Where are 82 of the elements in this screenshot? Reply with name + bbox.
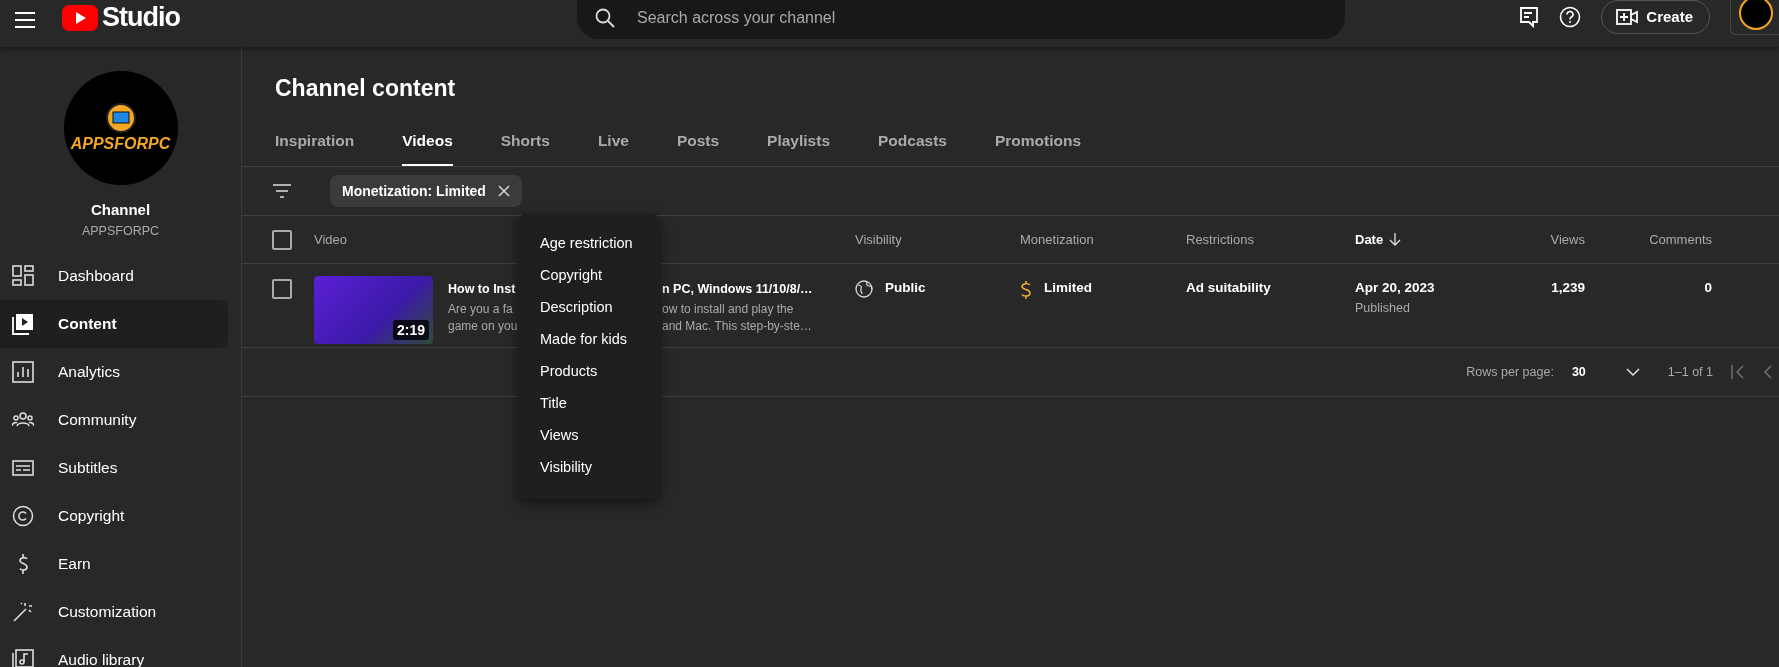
filter-chip[interactable]: Monetization: Limited [330,175,522,207]
chevron-down-icon [1625,368,1640,376]
views-count: 1,239 [1551,280,1585,295]
dollar-icon [1020,280,1032,300]
video-description: ow to install and play the [662,302,794,316]
nav-item[interactable]: Analytics [0,348,228,396]
menu-icon[interactable] [14,11,36,28]
video-thumbnail[interactable]: 2:19 [314,276,433,344]
row-checkbox[interactable] [272,279,292,299]
feedback-icon[interactable] [1519,5,1540,28]
page-range: 1–1 of 1 [1667,365,1713,379]
restriction-text: Ad suitability [1186,280,1271,295]
customization-icon [12,601,34,623]
audio-icon [12,649,34,667]
column-header[interactable]: Views [1550,232,1585,247]
menu-item[interactable]: Description [518,291,660,323]
monetization-text: Limited [1044,280,1092,295]
nav-item[interactable]: Customization [0,588,228,636]
nav-item[interactable]: Dashboard [0,252,228,300]
visibility-text: Public [885,280,926,295]
close-icon[interactable] [497,185,510,197]
search-field[interactable]: Search across your channel [635,7,1327,28]
page-title: Channel content [275,75,457,102]
video-title[interactable]: n PC, Windows 11/10/8/… [662,282,813,296]
column-header[interactable]: Visibility [855,232,902,247]
tab[interactable]: Live [597,132,629,166]
tab[interactable]: Shorts [500,132,550,166]
column-header[interactable]: Monetization [1020,232,1094,247]
monitor-icon [103,103,138,133]
menu-item[interactable]: Age restriction [518,227,660,259]
tab[interactable]: Videos [402,132,453,166]
video-description: and Mac. This step-by-ste… [662,319,812,333]
content-icon [12,313,34,335]
select-all-checkbox[interactable] [272,229,292,250]
nav-item[interactable]: Copyright [0,492,228,540]
tab[interactable]: Playlists [767,132,830,166]
rows-per-page-select[interactable]: 30 [1571,365,1640,379]
tab[interactable]: Posts [676,132,720,166]
menu-item[interactable]: Made for kids [518,323,660,355]
column-header[interactable]: Date [1355,232,1384,247]
play-logo-icon [62,4,98,31]
rows-per-page-label: Rows per page: [1466,365,1554,379]
column-header[interactable]: Video [314,232,347,247]
video-description: Are you a fa [448,302,513,316]
nav-item[interactable]: Content [0,300,228,348]
channel-name: APPSFORPC [81,224,160,238]
status-text: Published [1355,301,1410,315]
menu-item[interactable]: Visibility [518,451,660,483]
copyright-icon [12,505,34,527]
search-bar[interactable]: Search across your channel [577,0,1345,39]
sort-down-icon[interactable] [1389,233,1402,246]
chevron-left-icon[interactable] [1763,365,1773,379]
date-text: Apr 20, 2023 [1355,280,1435,295]
account-avatar[interactable] [1739,0,1773,30]
globe-icon [855,280,873,298]
menu-item[interactable]: Products [518,355,660,387]
menu-item[interactable]: Copyright [518,259,660,291]
video-description: game on you [448,319,518,333]
channel-label: Channel [90,201,151,218]
menu-item[interactable]: Views [518,419,660,451]
analytics-icon [12,361,34,383]
help-icon[interactable] [1559,5,1582,28]
dashboard-icon [12,265,34,287]
menu-item[interactable]: Title [518,387,660,419]
tab[interactable]: Promotions [994,132,1082,166]
nav-item[interactable]: Earn [0,540,228,588]
video-add-icon [1616,7,1639,26]
studio-logo-text: Studio [102,2,180,33]
search-icon [595,7,615,28]
tab[interactable]: Podcasts [878,132,947,166]
channel-logo: APPSFORPC [63,71,178,185]
nav-item[interactable]: Subtitles [0,444,228,492]
column-header[interactable]: Restrictions [1186,232,1254,247]
subtitles-icon [12,457,34,479]
video-title[interactable]: How to Inst [448,282,516,296]
comments-count: 0 [1704,280,1712,295]
duration-badge: 2:19 [392,320,429,340]
first-page-icon[interactable] [1731,365,1745,379]
column-header[interactable]: Comments [1649,232,1712,247]
filter-icon[interactable] [272,184,292,198]
tab[interactable]: Inspiration [275,132,355,166]
nav-item[interactable]: Community [0,396,228,444]
